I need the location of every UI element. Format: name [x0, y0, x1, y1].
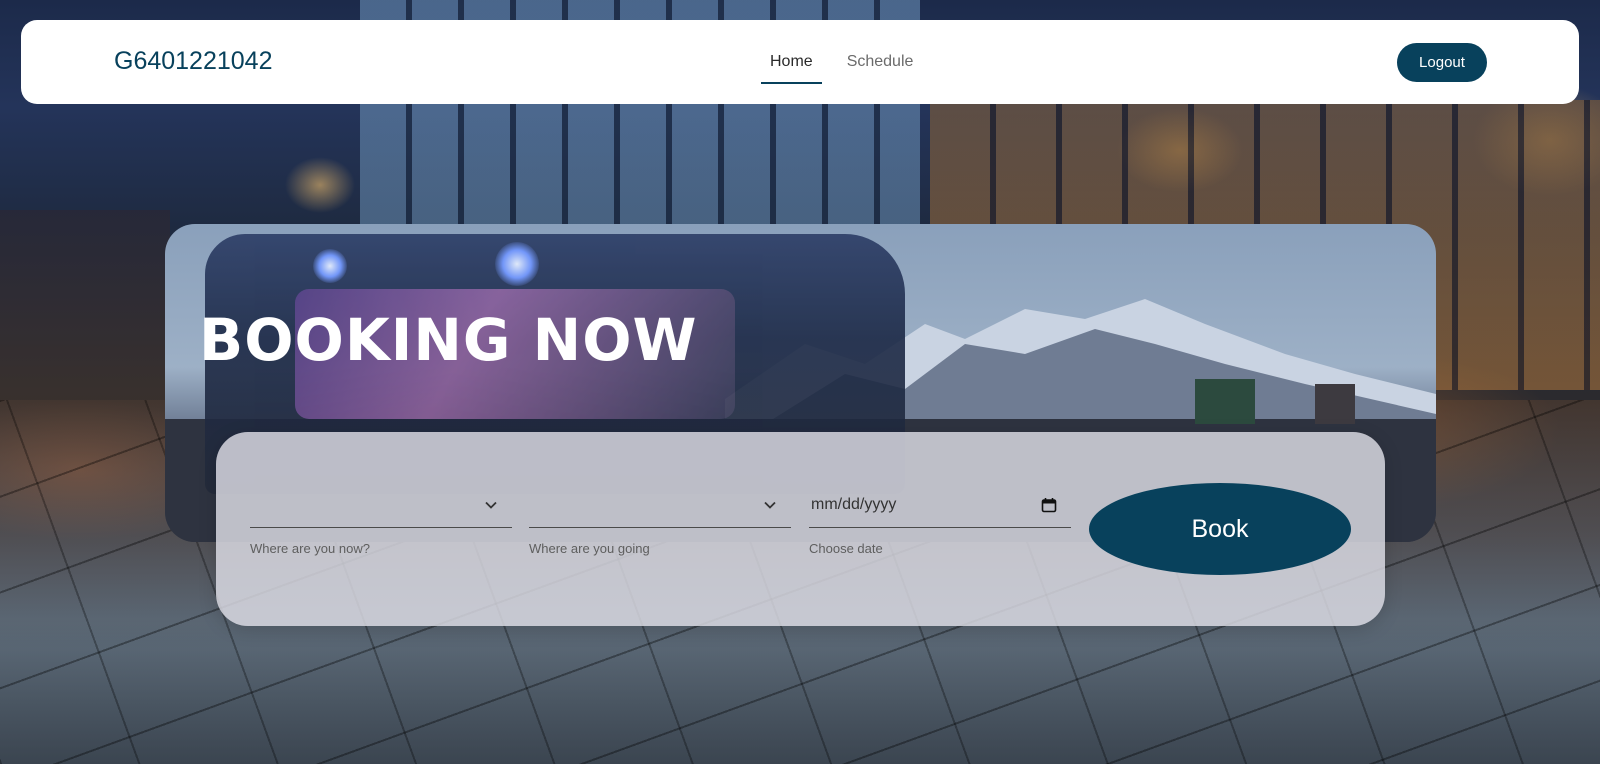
- nav-link-schedule[interactable]: Schedule: [838, 20, 923, 104]
- origin-helper-text: Where are you now?: [250, 541, 370, 556]
- origin-field: Where are you now?: [250, 482, 512, 556]
- destination-field: Where are you going: [529, 482, 791, 556]
- date-placeholder: mm/dd/yyyy: [811, 495, 897, 513]
- destination-helper-text: Where are you going: [529, 541, 650, 556]
- nav-links: Home Schedule: [761, 20, 938, 104]
- chevron-down-icon: [485, 501, 497, 509]
- bus-headlight: [313, 249, 347, 283]
- brand-id[interactable]: G6401221042: [114, 47, 272, 76]
- date-helper-text: Choose date: [809, 541, 883, 556]
- bus-headlight: [495, 242, 539, 286]
- origin-select[interactable]: [250, 482, 512, 528]
- destination-select[interactable]: [529, 482, 791, 528]
- book-button[interactable]: Book: [1089, 483, 1351, 575]
- hero-title: BOOKING NOW: [199, 306, 698, 374]
- date-input[interactable]: mm/dd/yyyy: [809, 482, 1071, 528]
- logout-button[interactable]: Logout: [1397, 43, 1487, 82]
- top-navbar: G6401221042 Home Schedule Logout: [21, 20, 1579, 104]
- chevron-down-icon: [764, 501, 776, 509]
- date-field: mm/dd/yyyy Choose date: [809, 482, 1071, 556]
- booking-form-card: Where are you now? Where are you going m…: [216, 432, 1385, 626]
- calendar-icon[interactable]: [1041, 497, 1057, 513]
- background-left-building: [0, 210, 170, 400]
- nav-link-home[interactable]: Home: [761, 20, 822, 104]
